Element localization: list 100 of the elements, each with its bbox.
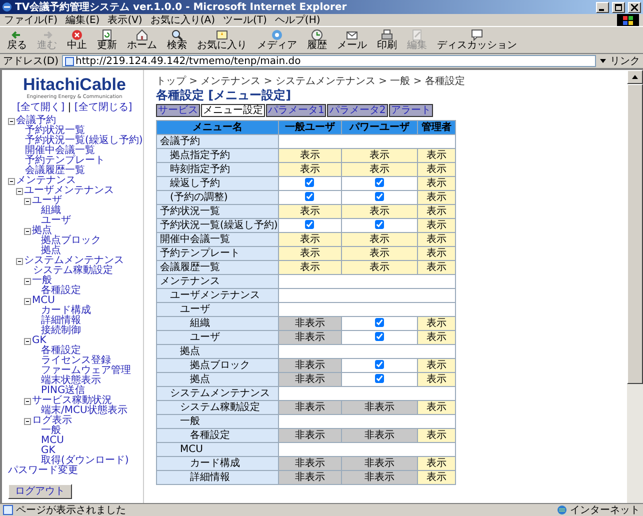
menu-item[interactable]: 表示(V) [108, 14, 142, 26]
tree-item[interactable]: 各種設定 [41, 346, 81, 356]
checkbox[interactable] [374, 360, 384, 370]
tree-item[interactable]: 開催中会議一覧 [25, 146, 95, 156]
tree-item[interactable]: GK [32, 336, 46, 346]
tree-item[interactable]: システム稼動設定 [33, 266, 113, 276]
up-arrow-icon[interactable] [632, 75, 638, 79]
tree-item[interactable]: 詳細情報 [41, 316, 81, 326]
logout-button[interactable]: ログアウト [8, 484, 72, 499]
tab[interactable]: パラメータ1 [266, 104, 326, 117]
tab[interactable]: メニュー設定 [201, 104, 265, 117]
table-cell: 非表示 [278, 330, 342, 344]
table-cell: 表示 [342, 148, 418, 162]
tab[interactable]: サービス [156, 104, 200, 117]
tree-item[interactable]: ファームウェア管理 [41, 366, 131, 376]
close-button[interactable] [628, 2, 641, 12]
tree-item[interactable]: メンテナンス [16, 176, 76, 186]
maximize-button[interactable] [612, 2, 625, 12]
checkbox[interactable] [374, 178, 384, 188]
table-cell: ユーザ [156, 330, 278, 344]
menu-item[interactable]: ヘルプ(H) [274, 14, 320, 26]
toolbar-button[interactable]: 戻る [4, 29, 30, 51]
toolbar-button[interactable]: 中止 [64, 29, 90, 51]
table-cell: 表示 [417, 316, 456, 330]
collapse-icon[interactable] [24, 228, 31, 234]
expand-link[interactable]: [全て開く] [16, 102, 65, 113]
collapse-icon[interactable] [24, 418, 31, 424]
minimize-button[interactable] [596, 2, 609, 12]
collapse-icon[interactable] [8, 118, 15, 124]
toolbar-button[interactable]: 検索 [164, 29, 190, 51]
menu-item[interactable]: ファイル(F) [4, 14, 58, 26]
table-cell: 非表示 [278, 456, 342, 470]
tree-item[interactable]: ユーザ [41, 216, 71, 226]
tree-item[interactable]: 拠点 [32, 226, 52, 236]
tree-item[interactable]: 予約状況一覧(繰返し予約) [25, 136, 143, 146]
tree-item[interactable]: 各種設定 [41, 286, 81, 296]
tree-item[interactable]: 拠点 [41, 246, 61, 256]
table-cell: 表示 [278, 162, 342, 176]
tree-item[interactable]: GK [41, 446, 56, 456]
collapse-icon[interactable] [16, 188, 23, 194]
status-text: ページが表示されました [16, 504, 126, 516]
tree-item[interactable]: 接続制御 [41, 326, 81, 336]
tree-item[interactable]: パスワード変更 [8, 466, 78, 476]
tree-item[interactable]: 取得(ダウンロード) [41, 456, 129, 466]
checkbox[interactable] [305, 192, 314, 202]
tab[interactable]: アラート [388, 104, 433, 117]
toolbar-button[interactable]: ディスカッション [434, 29, 520, 51]
tree-item[interactable]: 会議予約 [16, 116, 56, 126]
menu-item[interactable]: ツール(T) [223, 14, 267, 26]
checkbox[interactable] [374, 192, 384, 202]
toolbar-button[interactable]: 更新 [94, 29, 120, 51]
menu-item[interactable]: お気に入り(A) [150, 14, 215, 26]
toolbar-button[interactable]: メディア [254, 29, 300, 51]
tree-item[interactable]: 拠点ブロック [41, 236, 101, 246]
tree-item[interactable]: サービス稼動状況 [32, 396, 112, 406]
checkbox[interactable] [374, 318, 384, 328]
table-cell: 表示 [417, 372, 456, 386]
collapse-icon[interactable] [24, 338, 31, 344]
table-cell: 非表示 [278, 400, 342, 414]
collapse-icon[interactable] [16, 258, 23, 264]
tree-item[interactable]: PING送信 [41, 386, 86, 396]
tree-item[interactable]: 予約テンプレート [25, 156, 105, 166]
tree-item[interactable]: ユーザメンテナンス [24, 186, 114, 196]
tree-item[interactable]: ログ表示 [32, 416, 72, 426]
checkbox[interactable] [305, 178, 314, 188]
toolbar-button[interactable]: メール [334, 29, 370, 51]
tree-item[interactable]: 組織 [41, 206, 61, 216]
tree-item[interactable]: MCU [41, 436, 64, 446]
tree-item[interactable]: 会議履歴一覧 [25, 166, 85, 176]
tree-item[interactable]: 端末状態表示 [41, 376, 101, 386]
collapse-icon[interactable] [24, 278, 31, 284]
checkbox[interactable] [374, 374, 384, 384]
collapse-icon[interactable] [8, 178, 15, 184]
toolbar-button[interactable]: 印刷 [374, 29, 400, 51]
tree-item[interactable]: 一般 [32, 276, 52, 286]
expand-link[interactable]: [全て閉じる] [74, 102, 132, 113]
collapse-icon[interactable] [24, 398, 31, 404]
collapse-icon[interactable] [24, 198, 31, 204]
tree-item[interactable]: ユーザ [32, 196, 62, 206]
toolbar-button[interactable]: ホーム [124, 29, 160, 51]
page-icon [101, 29, 113, 41]
zone-text: インターネット [570, 504, 640, 516]
scrollbar[interactable] [627, 70, 643, 503]
menu-item[interactable]: 編集(E) [66, 14, 100, 26]
tree-item[interactable]: 予約状況一覧 [25, 126, 85, 136]
collapse-icon[interactable] [24, 298, 31, 304]
links-label[interactable]: リンク [610, 56, 640, 66]
tree-item[interactable]: カード構成 [41, 306, 91, 316]
tree-item[interactable]: MCU [32, 296, 55, 306]
toolbar-button[interactable]: 履歴 [304, 29, 330, 51]
address-field[interactable]: http://219.124.49.142/tvmemo/tenp/main.do [62, 55, 596, 67]
checkbox[interactable] [374, 220, 384, 230]
checkbox[interactable] [374, 332, 384, 342]
tree-item[interactable]: システムメンテナンス [24, 256, 124, 266]
checkbox[interactable] [305, 220, 314, 230]
toolbar-button[interactable]: お気に入り [194, 29, 250, 51]
tree-item[interactable]: 一般 [41, 426, 61, 436]
tab[interactable]: パラメータ2 [327, 104, 388, 117]
tree-item[interactable]: 端末/MCU状態表示 [41, 406, 128, 416]
tree-item[interactable]: ライセンス登録 [41, 356, 111, 366]
